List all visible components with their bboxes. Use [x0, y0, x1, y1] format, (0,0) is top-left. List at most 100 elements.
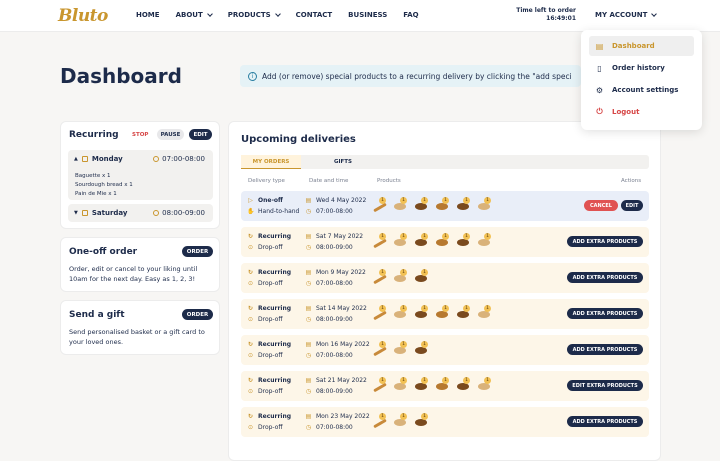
day-time: 07:00-08:00 — [153, 155, 205, 163]
product-thumbnail[interactable]: 1 — [415, 377, 428, 392]
day-header: ▼ Saturday — [74, 209, 128, 217]
table-row: ↻ Recurring ⊙ Drop-off ▤ Mon 23 May 2022 ◷ 07:0… — [241, 407, 649, 437]
product-thumbnail[interactable]: 1 — [457, 305, 470, 320]
product-thumbnail[interactable]: 1 — [394, 341, 407, 356]
delivery-time: ◷ 07:00-08:00 — [305, 424, 353, 431]
product-thumbnail[interactable]: 1 — [373, 377, 387, 393]
product-thumbnail[interactable]: 1 — [436, 233, 449, 248]
quantity-badge: 1 — [484, 197, 491, 204]
product-thumbnail[interactable]: 1 — [436, 197, 449, 212]
my-account-menu-button[interactable]: MY ACCOUNT — [595, 11, 658, 19]
stop-button[interactable]: STOP — [132, 132, 148, 138]
product-thumbnail[interactable]: 1 — [457, 377, 470, 392]
product-thumbnail[interactable]: 1 — [373, 269, 387, 285]
cancel-order-button[interactable]: CANCEL — [584, 200, 618, 211]
product-thumbnail[interactable]: 1 — [415, 197, 428, 212]
clock-icon — [153, 210, 160, 216]
tab-gifts[interactable]: GIFTS — [303, 155, 383, 169]
bread-icon — [415, 275, 427, 282]
row-actions: ADD EXTRA PRODUCTS — [567, 416, 643, 427]
quantity-badge: 1 — [463, 305, 470, 312]
product-thumbnail[interactable]: 1 — [415, 341, 428, 356]
delivery-date: ▤ Sat 21 May 2022 — [305, 377, 367, 384]
nav-item-faq[interactable]: FAQ — [403, 11, 418, 19]
product-thumbnail[interactable]: 1 — [457, 233, 470, 248]
list-item: Pain de Mie x 1 — [75, 191, 117, 197]
bread-icon — [394, 275, 406, 282]
edit-order-button[interactable]: EDIT — [621, 200, 643, 211]
product-thumbnail[interactable]: 1 — [394, 413, 407, 428]
recurring-day-saturday[interactable]: ▼ Saturday 08:00-09:00 — [68, 204, 213, 222]
bread-icon — [373, 202, 387, 213]
top-navigation-bar: Bluto HOME ABOUT PRODUCTS CONTACT BUSINE… — [0, 0, 720, 32]
menu-item-label: Account settings — [612, 86, 679, 94]
product-thumbnail[interactable]: 1 — [394, 269, 407, 284]
recurring-day-monday[interactable]: ▲ Monday 07:00-08:00 Baguette x 1 Sourdou… — [68, 150, 213, 200]
row-actions: ADD EXTRA PRODUCTS — [567, 236, 643, 247]
delivery-type-label: Recurring — [258, 377, 292, 384]
product-thumbnail[interactable]: 1 — [478, 305, 491, 320]
add-extra-products-button[interactable]: ADD EXTRA PRODUCTS — [567, 308, 643, 319]
play-icon: ▷ — [248, 197, 253, 204]
product-thumbnail[interactable]: 1 — [394, 377, 407, 392]
quantity-badge: 1 — [400, 269, 407, 276]
one-off-order-button[interactable]: ORDER — [182, 246, 213, 257]
product-thumbnail[interactable]: 1 — [415, 413, 428, 428]
delivery-method-label: Drop-off — [258, 280, 283, 287]
edit-button[interactable]: EDIT — [189, 129, 212, 140]
product-thumbnail[interactable]: 1 — [373, 341, 387, 357]
quantity-badge: 1 — [379, 413, 386, 420]
product-thumbnail[interactable]: 1 — [373, 233, 387, 249]
nav-item-about[interactable]: ABOUT — [176, 11, 213, 19]
document-icon: ▯ — [597, 63, 602, 73]
product-thumbnail[interactable]: 1 — [394, 233, 407, 248]
deliveries-title: Upcoming deliveries — [241, 134, 356, 145]
product-thumbnail[interactable]: 1 — [394, 305, 407, 320]
nav-item-home[interactable]: HOME — [136, 11, 160, 19]
product-thumbnail[interactable]: 1 — [373, 305, 387, 321]
nav-item-products[interactable]: PRODUCTS — [228, 11, 281, 19]
product-thumbnail[interactable]: 1 — [457, 197, 470, 212]
edit-extra-products-button[interactable]: EDIT EXTRA PRODUCTS — [567, 380, 643, 391]
delivery-type-label: One-off — [258, 197, 283, 204]
calendar-icon: ▤ — [305, 413, 312, 420]
product-thumbnail[interactable]: 1 — [415, 305, 428, 320]
menu-item-order-history[interactable]: ▯ Order history — [589, 58, 694, 78]
pause-button[interactable]: PAUSE — [157, 129, 184, 140]
product-thumbnail[interactable]: 1 — [394, 197, 407, 212]
delivery-method: ✋ Hand-to-hand — [247, 208, 299, 215]
quantity-badge: 1 — [379, 341, 386, 348]
quantity-badge: 1 — [400, 197, 407, 204]
gift-order-button[interactable]: ORDER — [182, 309, 213, 320]
calendar-icon — [81, 210, 88, 216]
pin-icon: ⊙ — [247, 352, 254, 359]
add-extra-products-button[interactable]: ADD EXTRA PRODUCTS — [567, 236, 643, 247]
nav-item-business[interactable]: BUSINESS — [348, 11, 387, 19]
quantity-badge: 1 — [400, 233, 407, 240]
product-thumbnail[interactable]: 1 — [415, 233, 428, 248]
product-thumbnail[interactable]: 1 — [478, 377, 491, 392]
delivery-time-label: 08:00-09:00 — [316, 388, 353, 395]
product-thumbnail[interactable]: 1 — [478, 197, 491, 212]
add-extra-products-button[interactable]: ADD EXTRA PRODUCTS — [567, 272, 643, 283]
product-thumbnail[interactable]: 1 — [415, 269, 428, 284]
product-thumbnail[interactable]: 1 — [436, 305, 449, 320]
delivery-type: ↻ Recurring — [247, 377, 291, 384]
list-item: Baguette x 1 — [75, 173, 111, 179]
brand-logo[interactable]: Bluto — [58, 6, 108, 26]
bread-icon — [457, 239, 469, 246]
add-extra-products-button[interactable]: ADD EXTRA PRODUCTS — [567, 416, 643, 427]
nav-item-contact[interactable]: CONTACT — [296, 11, 333, 19]
row-actions: ADD EXTRA PRODUCTS — [567, 308, 643, 319]
add-extra-products-button[interactable]: ADD EXTRA PRODUCTS — [567, 344, 643, 355]
menu-item-logout[interactable]: ⏻ Logout — [589, 102, 694, 122]
menu-item-account-settings[interactable]: ⚙ Account settings — [589, 80, 694, 100]
tab-my-orders[interactable]: MY ORDERS — [241, 155, 301, 169]
quantity-badge: 1 — [400, 341, 407, 348]
product-thumbnail[interactable]: 1 — [436, 377, 449, 392]
product-thumbnail[interactable]: 1 — [373, 413, 387, 429]
day-items: Baguette x 1 Sourdough bread x 1 Pain de… — [75, 172, 133, 199]
menu-item-dashboard[interactable]: ▤ Dashboard — [589, 36, 694, 56]
product-thumbnail[interactable]: 1 — [373, 197, 387, 213]
product-thumbnail[interactable]: 1 — [478, 233, 491, 248]
